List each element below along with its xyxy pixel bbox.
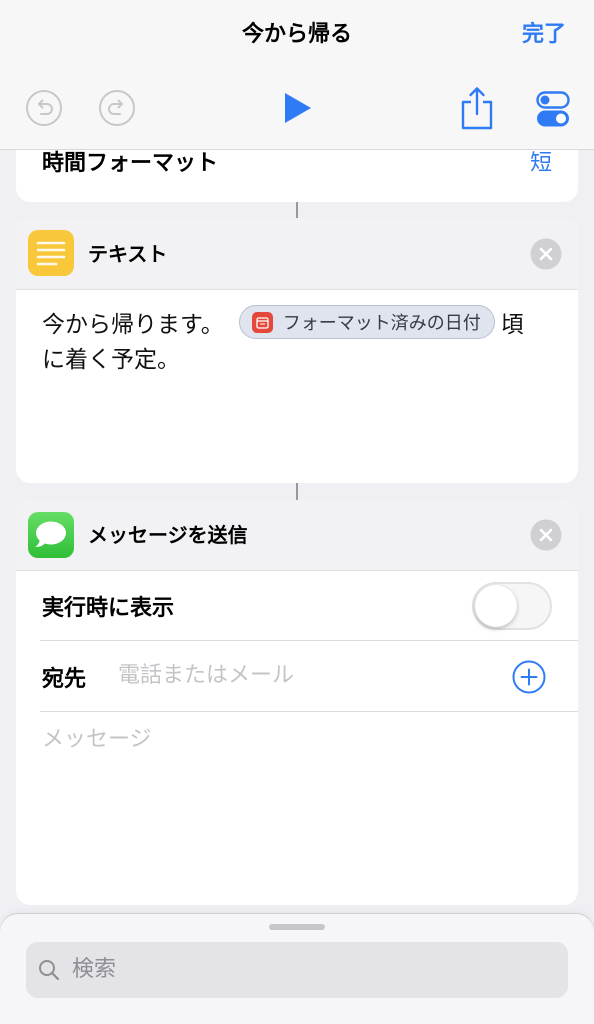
message-row [16, 712, 578, 905]
search-bar[interactable] [26, 942, 568, 998]
text-action-title: テキスト [88, 242, 168, 266]
recipients-row: 宛先 [16, 641, 578, 712]
send-message-header[interactable]: メッセージを送信 [16, 500, 578, 571]
text-action-body[interactable]: 今から帰ります。 フォーマット済みの日付 頃 に着く予定。 [42, 290, 572, 483]
messages-icon [28, 512, 74, 558]
send-message-action-card: メッセージを送信 実行時に表示 宛先 [16, 500, 578, 905]
formatted-date-token[interactable]: フォーマット済みの日付 [238, 305, 495, 339]
shortcut-title[interactable]: 今から帰る [120, 18, 474, 52]
navigation-bar: 今から帰る 完了 [0, 0, 594, 150]
time-format-label: 時間フォーマット [42, 151, 219, 176]
sheet-drag-handle[interactable] [269, 924, 325, 930]
time-format-value[interactable]: 短 [530, 146, 552, 182]
show-when-run-label: 実行時に表示 [42, 596, 175, 621]
send-message-title: メッセージを送信 [88, 523, 248, 547]
text-action-card: テキスト 今から帰ります。 フォーマット済みの日付 頃 に着く予定。 [16, 218, 578, 483]
action-connector [296, 202, 298, 218]
text-segment[interactable]: に着く予定。 [42, 340, 180, 374]
plus-circle-icon[interactable] [512, 660, 546, 694]
redo-icon[interactable] [98, 89, 136, 127]
recipients-input[interactable] [118, 656, 488, 696]
search-input[interactable] [72, 942, 552, 998]
action-connector [296, 483, 298, 500]
share-icon[interactable] [460, 86, 494, 130]
calendar-icon [251, 311, 273, 333]
play-icon[interactable] [284, 92, 312, 124]
message-input[interactable] [42, 721, 552, 761]
token-label: フォーマット済みの日付 [282, 313, 481, 334]
close-icon[interactable] [530, 238, 562, 270]
undo-icon[interactable] [25, 89, 63, 127]
text-segment[interactable]: 今から帰ります。 [42, 305, 224, 339]
search-icon [38, 959, 60, 981]
settings-toggle-icon[interactable] [536, 91, 570, 127]
text-icon [28, 230, 74, 276]
text-action-header[interactable]: テキスト [16, 218, 578, 290]
done-button[interactable]: 完了 [522, 18, 566, 52]
text-line-2[interactable]: に着く予定。 [42, 339, 180, 375]
toggle-knob [475, 585, 517, 627]
show-when-run-row: 実行時に表示 [16, 571, 578, 641]
actions-bottom-sheet [0, 914, 594, 1024]
recipients-label: 宛先 [42, 666, 87, 692]
time-format-row[interactable]: 時間フォーマット 短 [42, 146, 552, 182]
text-line-1[interactable]: 今から帰ります。 フォーマット済みの日付 頃 [42, 304, 524, 340]
close-icon[interactable] [530, 519, 562, 551]
show-when-run-toggle[interactable] [472, 582, 552, 630]
text-segment[interactable]: 頃 [501, 305, 524, 339]
